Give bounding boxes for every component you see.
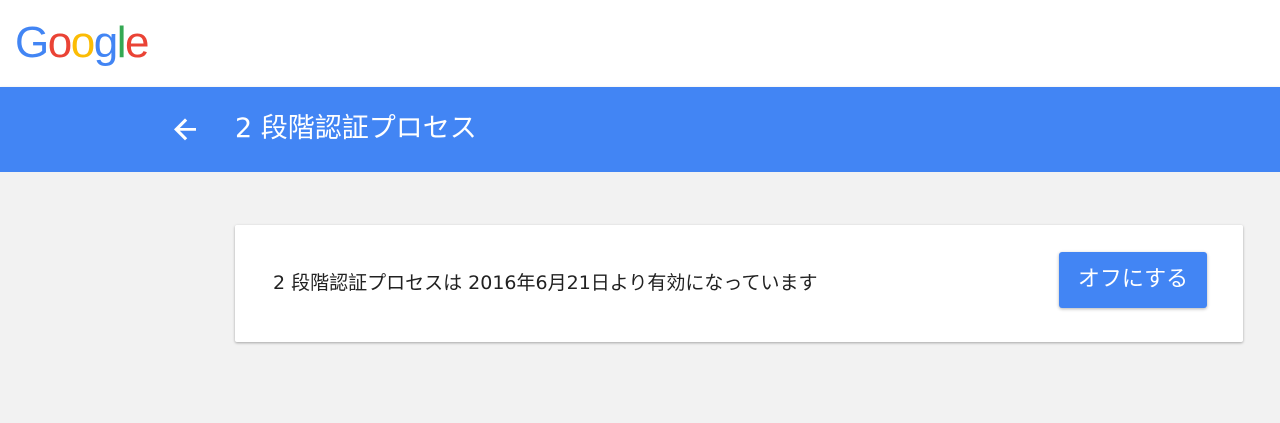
page-title: 2 段階認証プロセス bbox=[235, 113, 477, 144]
logo-letter-l: l bbox=[116, 18, 127, 67]
logo-letter-g: G bbox=[15, 18, 49, 67]
logo-letter-e: e bbox=[124, 18, 149, 67]
logo-letter-o2: o bbox=[70, 18, 95, 67]
logo-letter-g2: g bbox=[93, 18, 118, 67]
main-content: 2 段階認証プロセスは 2016年6月21日より有効になっています オフにする bbox=[0, 172, 1280, 423]
logo-letter-o1: o bbox=[47, 18, 72, 67]
back-button[interactable] bbox=[168, 111, 204, 147]
turn-off-button[interactable]: オフにする bbox=[1059, 252, 1207, 308]
page-header: 2 段階認証プロセス bbox=[0, 87, 1280, 172]
top-bar: Google bbox=[0, 0, 1280, 87]
google-logo[interactable]: Google bbox=[15, 18, 149, 68]
status-card: 2 段階認証プロセスは 2016年6月21日より有効になっています オフにする bbox=[235, 225, 1243, 342]
status-text: 2 段階認証プロセスは 2016年6月21日より有効になっています bbox=[273, 272, 818, 294]
arrow-left-icon bbox=[174, 118, 196, 141]
